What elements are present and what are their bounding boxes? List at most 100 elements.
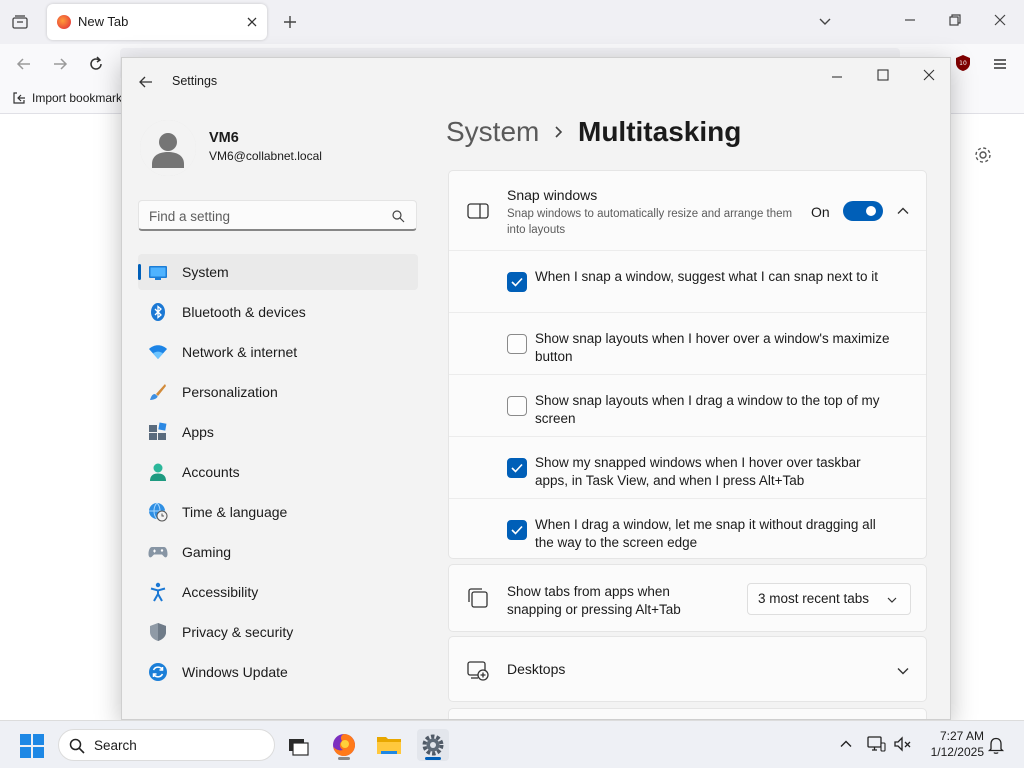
avatar[interactable] bbox=[140, 120, 196, 176]
snap-windows-toggle[interactable] bbox=[843, 201, 883, 221]
ublock-shield-icon[interactable]: 10 bbox=[955, 54, 971, 72]
update-icon bbox=[148, 662, 168, 682]
browser-minimize-icon[interactable] bbox=[902, 12, 918, 28]
browser-tab[interactable]: New Tab bbox=[47, 4, 267, 40]
sidebar-item-windows-update[interactable]: Windows Update bbox=[138, 654, 418, 690]
sidebar-item-time-language[interactable]: Time & language bbox=[138, 494, 418, 530]
checkbox-label: Show my snapped windows when I hover ove… bbox=[535, 455, 861, 488]
browser-menu-icon[interactable] bbox=[990, 54, 1010, 74]
snap-option-row: Show my snapped windows when I hover ove… bbox=[449, 437, 926, 499]
snap-layouts-hover-checkbox[interactable] bbox=[507, 334, 527, 354]
settings-window: Settings VM6 VM6@collabnet.local System … bbox=[121, 57, 951, 720]
search-input[interactable] bbox=[149, 207, 379, 225]
checkbox-label: Show snap layouts when I drag a window t… bbox=[535, 393, 880, 426]
person-icon bbox=[148, 462, 168, 482]
taskbar: Search 7:27 AM 1/12/2025 bbox=[0, 720, 1024, 768]
alt-tab-tabs-dropdown[interactable]: 3 most recent tabs bbox=[747, 583, 911, 615]
profile-email: VM6@collabnet.local bbox=[209, 149, 322, 163]
alt-tab-tabs-label: Show tabs from apps when snapping or pre… bbox=[507, 584, 681, 617]
browser-close-icon[interactable] bbox=[992, 12, 1008, 28]
chevron-up-icon[interactable] bbox=[895, 203, 911, 219]
browser-restore-icon[interactable] bbox=[947, 12, 963, 28]
search-icon bbox=[69, 738, 85, 754]
new-tab-icon[interactable] bbox=[280, 12, 300, 32]
active-app-indicator bbox=[425, 757, 441, 760]
close-icon[interactable] bbox=[920, 66, 938, 84]
alt-tab-tabs-card: Show tabs from apps when snapping or pre… bbox=[448, 564, 927, 632]
volume-muted-icon[interactable] bbox=[893, 735, 913, 753]
import-bookmarks-button[interactable]: Import bookmarks... bbox=[12, 91, 138, 105]
sidebar-item-bluetooth[interactable]: Bluetooth & devices bbox=[138, 294, 418, 330]
snap-windows-icon bbox=[467, 202, 489, 220]
snap-suggest-checkbox[interactable] bbox=[507, 272, 527, 292]
sidebar-item-apps[interactable]: Apps bbox=[138, 414, 418, 450]
snap-layouts-drag-checkbox[interactable] bbox=[507, 396, 527, 416]
show-snapped-windows-checkbox[interactable] bbox=[507, 458, 527, 478]
minimize-icon[interactable] bbox=[828, 68, 846, 86]
sidebar-item-label: Network & internet bbox=[182, 344, 298, 360]
wifi-icon bbox=[148, 342, 168, 362]
desktops-card[interactable]: Desktops bbox=[448, 636, 927, 702]
taskbar-search-label: Search bbox=[94, 738, 137, 753]
firefox-favicon-icon bbox=[57, 15, 71, 29]
breadcrumb-system-link[interactable]: System bbox=[446, 116, 539, 148]
task-view-icon[interactable] bbox=[283, 729, 315, 761]
system-icon bbox=[148, 262, 168, 282]
chevron-down-icon[interactable] bbox=[895, 663, 911, 679]
notification-bell-icon[interactable] bbox=[987, 735, 1005, 755]
tab-close-icon[interactable] bbox=[243, 13, 261, 31]
snap-without-edge-checkbox[interactable] bbox=[507, 520, 527, 540]
sidebar-item-label: Accounts bbox=[182, 464, 240, 480]
snap-option-row: Show snap layouts when I drag a window t… bbox=[449, 375, 926, 437]
sidebar-item-label: Bluetooth & devices bbox=[182, 304, 306, 320]
sidebar-item-label: Apps bbox=[182, 424, 214, 440]
snap-option-row: When I drag a window, let me snap it wit… bbox=[449, 499, 926, 561]
windows-start-icon[interactable] bbox=[20, 734, 44, 758]
dropdown-value: 3 most recent tabs bbox=[758, 591, 870, 606]
taskbar-clock[interactable]: 7:27 AM 1/12/2025 bbox=[922, 728, 984, 760]
network-icon[interactable] bbox=[866, 735, 886, 753]
sidebar-item-accounts[interactable]: Accounts bbox=[138, 454, 418, 490]
snap-option-row: Show snap layouts when I hover over a wi… bbox=[449, 313, 926, 375]
svg-text:10: 10 bbox=[959, 60, 967, 67]
snap-windows-description: Snap windows to automatically resize and… bbox=[507, 208, 793, 236]
globe-clock-icon bbox=[148, 502, 168, 522]
sidebar-item-personalization[interactable]: Personalization bbox=[138, 374, 418, 410]
sidebar-item-privacy[interactable]: Privacy & security bbox=[138, 614, 418, 650]
page-title: Multitasking bbox=[578, 116, 742, 147]
gamepad-icon bbox=[148, 542, 168, 562]
settings-taskbar-icon[interactable] bbox=[417, 729, 449, 761]
accessibility-icon bbox=[148, 582, 168, 602]
maximize-icon[interactable] bbox=[874, 66, 892, 84]
import-icon bbox=[13, 92, 25, 104]
sidebar-item-label: Time & language bbox=[182, 504, 288, 520]
toggle-knob bbox=[866, 206, 876, 216]
sidebar-item-label: Privacy & security bbox=[182, 624, 294, 640]
browser-reload-icon[interactable] bbox=[86, 54, 106, 74]
newtab-settings-gear-icon[interactable] bbox=[972, 144, 994, 166]
taskbar-search-box[interactable]: Search bbox=[58, 729, 275, 761]
tab-list-icon[interactable] bbox=[8, 10, 32, 34]
profile-name: VM6 bbox=[209, 130, 239, 146]
sidebar-item-accessibility[interactable]: Accessibility bbox=[138, 574, 418, 610]
browser-back-icon[interactable] bbox=[14, 54, 34, 74]
settings-search-box[interactable] bbox=[138, 200, 417, 231]
search-icon[interactable] bbox=[391, 209, 405, 223]
file-explorer-icon[interactable] bbox=[373, 729, 405, 761]
sidebar-item-system[interactable]: System bbox=[138, 254, 418, 290]
sidebar-item-gaming[interactable]: Gaming bbox=[138, 534, 418, 570]
browser-forward-icon[interactable] bbox=[50, 54, 70, 74]
running-indicator bbox=[338, 757, 350, 760]
list-all-tabs-icon[interactable] bbox=[817, 13, 833, 29]
sidebar-item-label: System bbox=[182, 264, 229, 280]
browser-tab-bar: New Tab bbox=[0, 0, 1024, 44]
checkbox-label: When I drag a window, let me snap it wit… bbox=[535, 517, 876, 550]
snap-toggle-state: On bbox=[811, 204, 830, 220]
sidebar-item-label: Accessibility bbox=[182, 584, 259, 600]
chevron-up-icon[interactable] bbox=[838, 736, 854, 752]
back-arrow-icon[interactable] bbox=[136, 72, 156, 92]
desktops-icon bbox=[467, 659, 489, 681]
firefox-icon[interactable] bbox=[328, 729, 360, 761]
sidebar-item-network[interactable]: Network & internet bbox=[138, 334, 418, 370]
snap-windows-title: Snap windows bbox=[507, 187, 598, 203]
